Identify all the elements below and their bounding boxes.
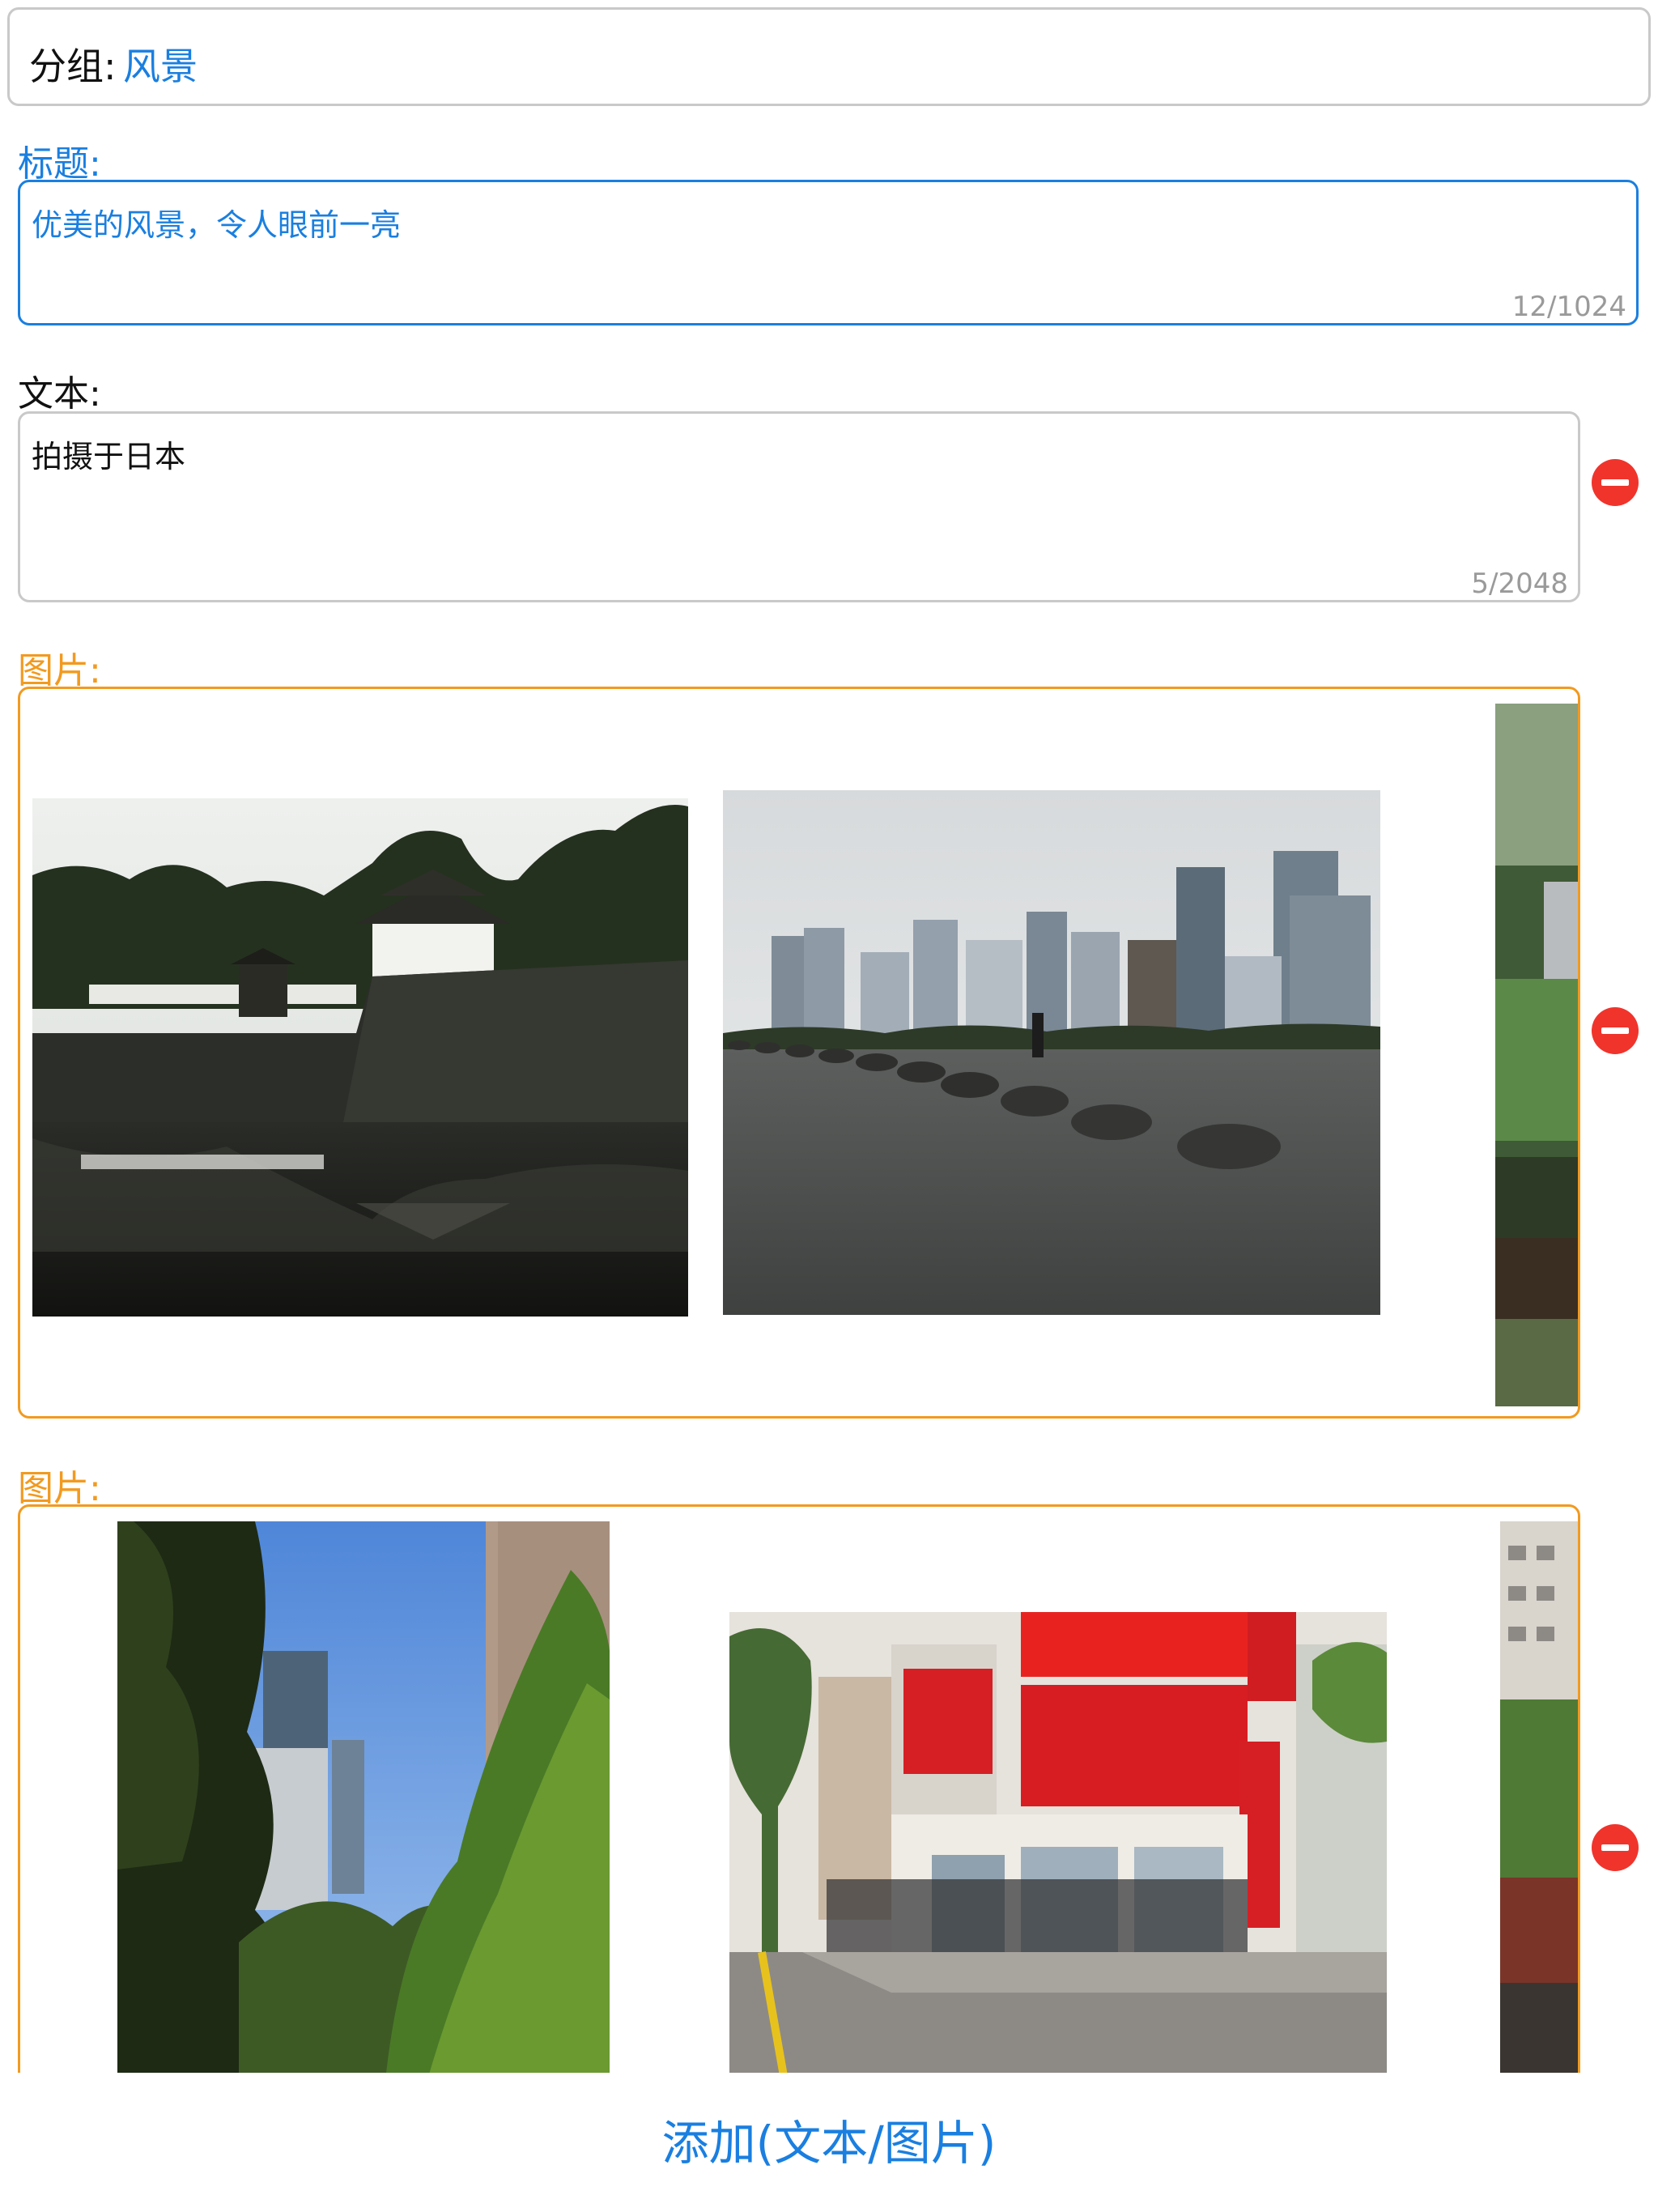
- text-input[interactable]: 拍摄于日本 5/2048: [18, 411, 1580, 602]
- castle-moat-photo[interactable]: [32, 798, 688, 1317]
- minus-circle-icon: [1592, 459, 1639, 506]
- text-input-value: 拍摄于日本: [32, 439, 186, 474]
- group-value[interactable]: 风景: [123, 37, 198, 91]
- remove-image-section-1-button[interactable]: [1592, 1007, 1639, 1054]
- apartment-photo-partial[interactable]: [1500, 1521, 1578, 2117]
- group-selector[interactable]: 分组: 风景: [7, 7, 1651, 106]
- minus-circle-icon: [1592, 1007, 1639, 1054]
- image-section-1-label: 图片:: [18, 650, 101, 691]
- title-label: 标题:: [18, 143, 101, 185]
- remove-text-button[interactable]: [1592, 459, 1639, 506]
- image-section-2-label: 图片:: [18, 1468, 101, 1509]
- add-text-image-button[interactable]: 添加(文本/图片): [0, 2105, 1658, 2173]
- garden-photo-partial[interactable]: [1495, 704, 1578, 1406]
- group-label: 分组:: [29, 45, 117, 88]
- minus-circle-icon: [1592, 1824, 1639, 1871]
- title-input[interactable]: 优美的风景，令人眼前一亮 12/1024: [18, 180, 1639, 325]
- title-input-value: 优美的风景，令人眼前一亮: [32, 207, 402, 243]
- remove-image-section-2-button[interactable]: [1592, 1824, 1639, 1871]
- espace-street-photo[interactable]: [729, 1612, 1387, 2090]
- trees-building-photo[interactable]: [117, 1521, 610, 2088]
- text-label: 文本:: [18, 373, 101, 415]
- image-section-2-scroller[interactable]: [18, 1504, 1580, 2120]
- city-skyline-stepping-stones-photo[interactable]: [723, 790, 1380, 1315]
- image-section-1-scroller[interactable]: [18, 687, 1580, 1419]
- title-counter: 12/1024: [1511, 291, 1626, 323]
- text-counter: 5/2048: [1471, 568, 1568, 600]
